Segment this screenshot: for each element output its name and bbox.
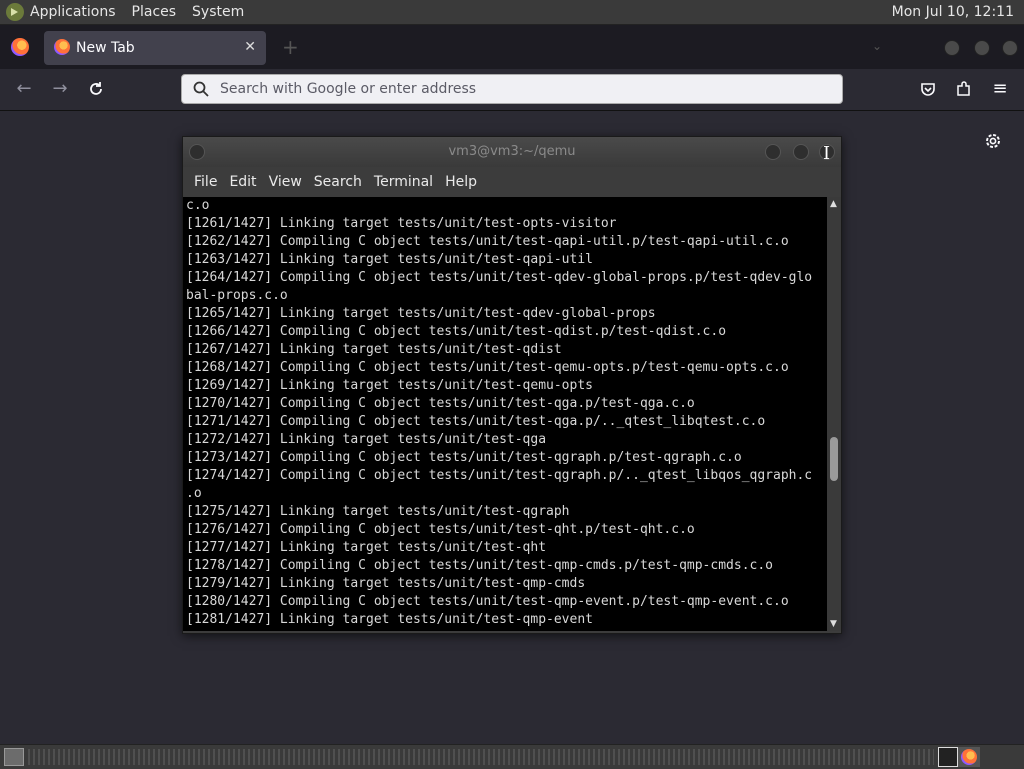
terminal-line: c.o — [186, 198, 210, 213]
terminal-line: [1272/1427] Linking target tests/unit/te… — [186, 432, 547, 447]
terminal-line: [1263/1427] Linking target tests/unit/te… — [186, 252, 593, 267]
close-tab-icon[interactable]: ✕ — [244, 39, 256, 55]
terminal-line: [1276/1427] Compiling C object tests/uni… — [186, 522, 695, 537]
tab-strip: New Tab ✕ + ⌄ — [0, 25, 1024, 69]
applications-menu[interactable]: Applications — [30, 4, 116, 20]
top-panel: Applications Places System Mon Jul 10, 1… — [0, 0, 1024, 25]
terminal-line: [1266/1427] Compiling C object tests/uni… — [186, 324, 727, 339]
menu-search[interactable]: Search — [314, 174, 362, 190]
terminal-scrollbar[interactable]: ▲ ▼ — [827, 197, 841, 631]
terminal-output[interactable]: c.o [1261/1427] Linking target tests/unit… — [183, 197, 827, 631]
menu-file[interactable]: File — [194, 174, 217, 190]
scroll-up-arrow-icon[interactable]: ▲ — [830, 199, 837, 209]
forward-arrow-icon[interactable]: → — [48, 77, 72, 101]
new-tab-plus-icon[interactable]: + — [282, 35, 299, 59]
firefox-view-icon[interactable] — [11, 38, 29, 56]
nav-toolbar: ← → Search with Google or enter address … — [0, 69, 1024, 111]
terminal-line: [1278/1427] Compiling C object tests/uni… — [186, 558, 773, 573]
back-arrow-icon[interactable]: ← — [12, 77, 36, 101]
pocket-icon[interactable] — [916, 77, 940, 101]
menu-help[interactable]: Help — [445, 174, 477, 190]
system-menu[interactable]: System — [192, 4, 244, 20]
menu-view[interactable]: View — [269, 174, 302, 190]
tab-label: New Tab — [76, 40, 135, 56]
terminal-line: [1277/1427] Linking target tests/unit/te… — [186, 540, 547, 555]
distro-logo-icon[interactable] — [6, 3, 24, 21]
workspace-switcher-1[interactable] — [938, 747, 958, 767]
address-bar-placeholder: Search with Google or enter address — [220, 81, 477, 97]
terminal-title: vm3@vm3:~/qemu — [448, 144, 576, 159]
terminal-line: bal-props.c.o — [186, 288, 288, 303]
terminal-line: [1275/1427] Linking target tests/unit/te… — [186, 504, 570, 519]
terminal-line: [1267/1427] Linking target tests/unit/te… — [186, 342, 562, 357]
terminal-line: [1261/1427] Linking target tests/unit/te… — [186, 216, 617, 231]
search-icon — [193, 81, 209, 97]
firefox-taskbar-icon — [961, 749, 977, 765]
minimize-window-button[interactable] — [944, 40, 960, 56]
bottom-panel — [0, 744, 1024, 769]
gear-icon[interactable] — [982, 130, 1004, 152]
terminal-line: [1269/1427] Linking target tests/unit/te… — [186, 378, 593, 393]
terminal-line: [1271/1427] Compiling C object tests/uni… — [186, 414, 766, 429]
menu-edit[interactable]: Edit — [229, 174, 256, 190]
menu-terminal[interactable]: Terminal — [374, 174, 433, 190]
window-list[interactable] — [28, 749, 934, 765]
terminal-line: [1273/1427] Compiling C object tests/uni… — [186, 450, 742, 465]
terminal-maximize-button[interactable] — [793, 144, 809, 160]
text-cursor-icon: I — [823, 143, 831, 164]
terminal-line: [1265/1427] Linking target tests/unit/te… — [186, 306, 656, 321]
show-desktop-icon[interactable] — [4, 748, 24, 766]
terminal-titlebar[interactable]: vm3@vm3:~/qemu — [183, 137, 841, 167]
tab-favicon-icon — [54, 39, 70, 55]
extensions-puzzle-icon[interactable] — [952, 77, 976, 101]
reload-icon[interactable] — [84, 77, 108, 101]
terminal-line: [1281/1427] Linking target tests/unit/te… — [186, 612, 593, 627]
terminal-window-menu-button[interactable] — [189, 144, 205, 160]
clock[interactable]: Mon Jul 10, 12:11 — [892, 4, 1014, 20]
terminal-window[interactable]: vm3@vm3:~/qemu File Edit View Search Ter… — [182, 136, 842, 634]
terminal-minimize-button[interactable] — [765, 144, 781, 160]
tab-new-tab[interactable]: New Tab ✕ — [44, 31, 266, 65]
hamburger-menu-icon[interactable]: ≡ — [988, 77, 1012, 101]
terminal-line: .o — [186, 486, 202, 501]
terminal-line: [1280/1427] Compiling C object tests/uni… — [186, 594, 789, 609]
terminal-line: [1262/1427] Compiling C object tests/uni… — [186, 234, 789, 249]
scroll-down-arrow-icon[interactable]: ▼ — [830, 619, 837, 629]
close-window-button[interactable] — [1002, 40, 1018, 56]
maximize-window-button[interactable] — [974, 40, 990, 56]
list-tabs-chevron-icon[interactable]: ⌄ — [872, 39, 882, 53]
terminal-menubar: File Edit View Search Terminal Help — [183, 167, 841, 197]
terminal-line: [1264/1427] Compiling C object tests/uni… — [186, 270, 813, 285]
workspace-switcher-2[interactable] — [958, 747, 980, 767]
terminal-line: [1268/1427] Compiling C object tests/uni… — [186, 360, 789, 375]
scrollbar-thumb[interactable] — [830, 437, 838, 481]
terminal-line: [1270/1427] Compiling C object tests/uni… — [186, 396, 695, 411]
terminal-line: [1274/1427] Compiling C object tests/uni… — [186, 468, 813, 483]
terminal-line: [1279/1427] Linking target tests/unit/te… — [186, 576, 586, 591]
address-bar[interactable]: Search with Google or enter address — [181, 74, 843, 104]
places-menu[interactable]: Places — [132, 4, 177, 20]
